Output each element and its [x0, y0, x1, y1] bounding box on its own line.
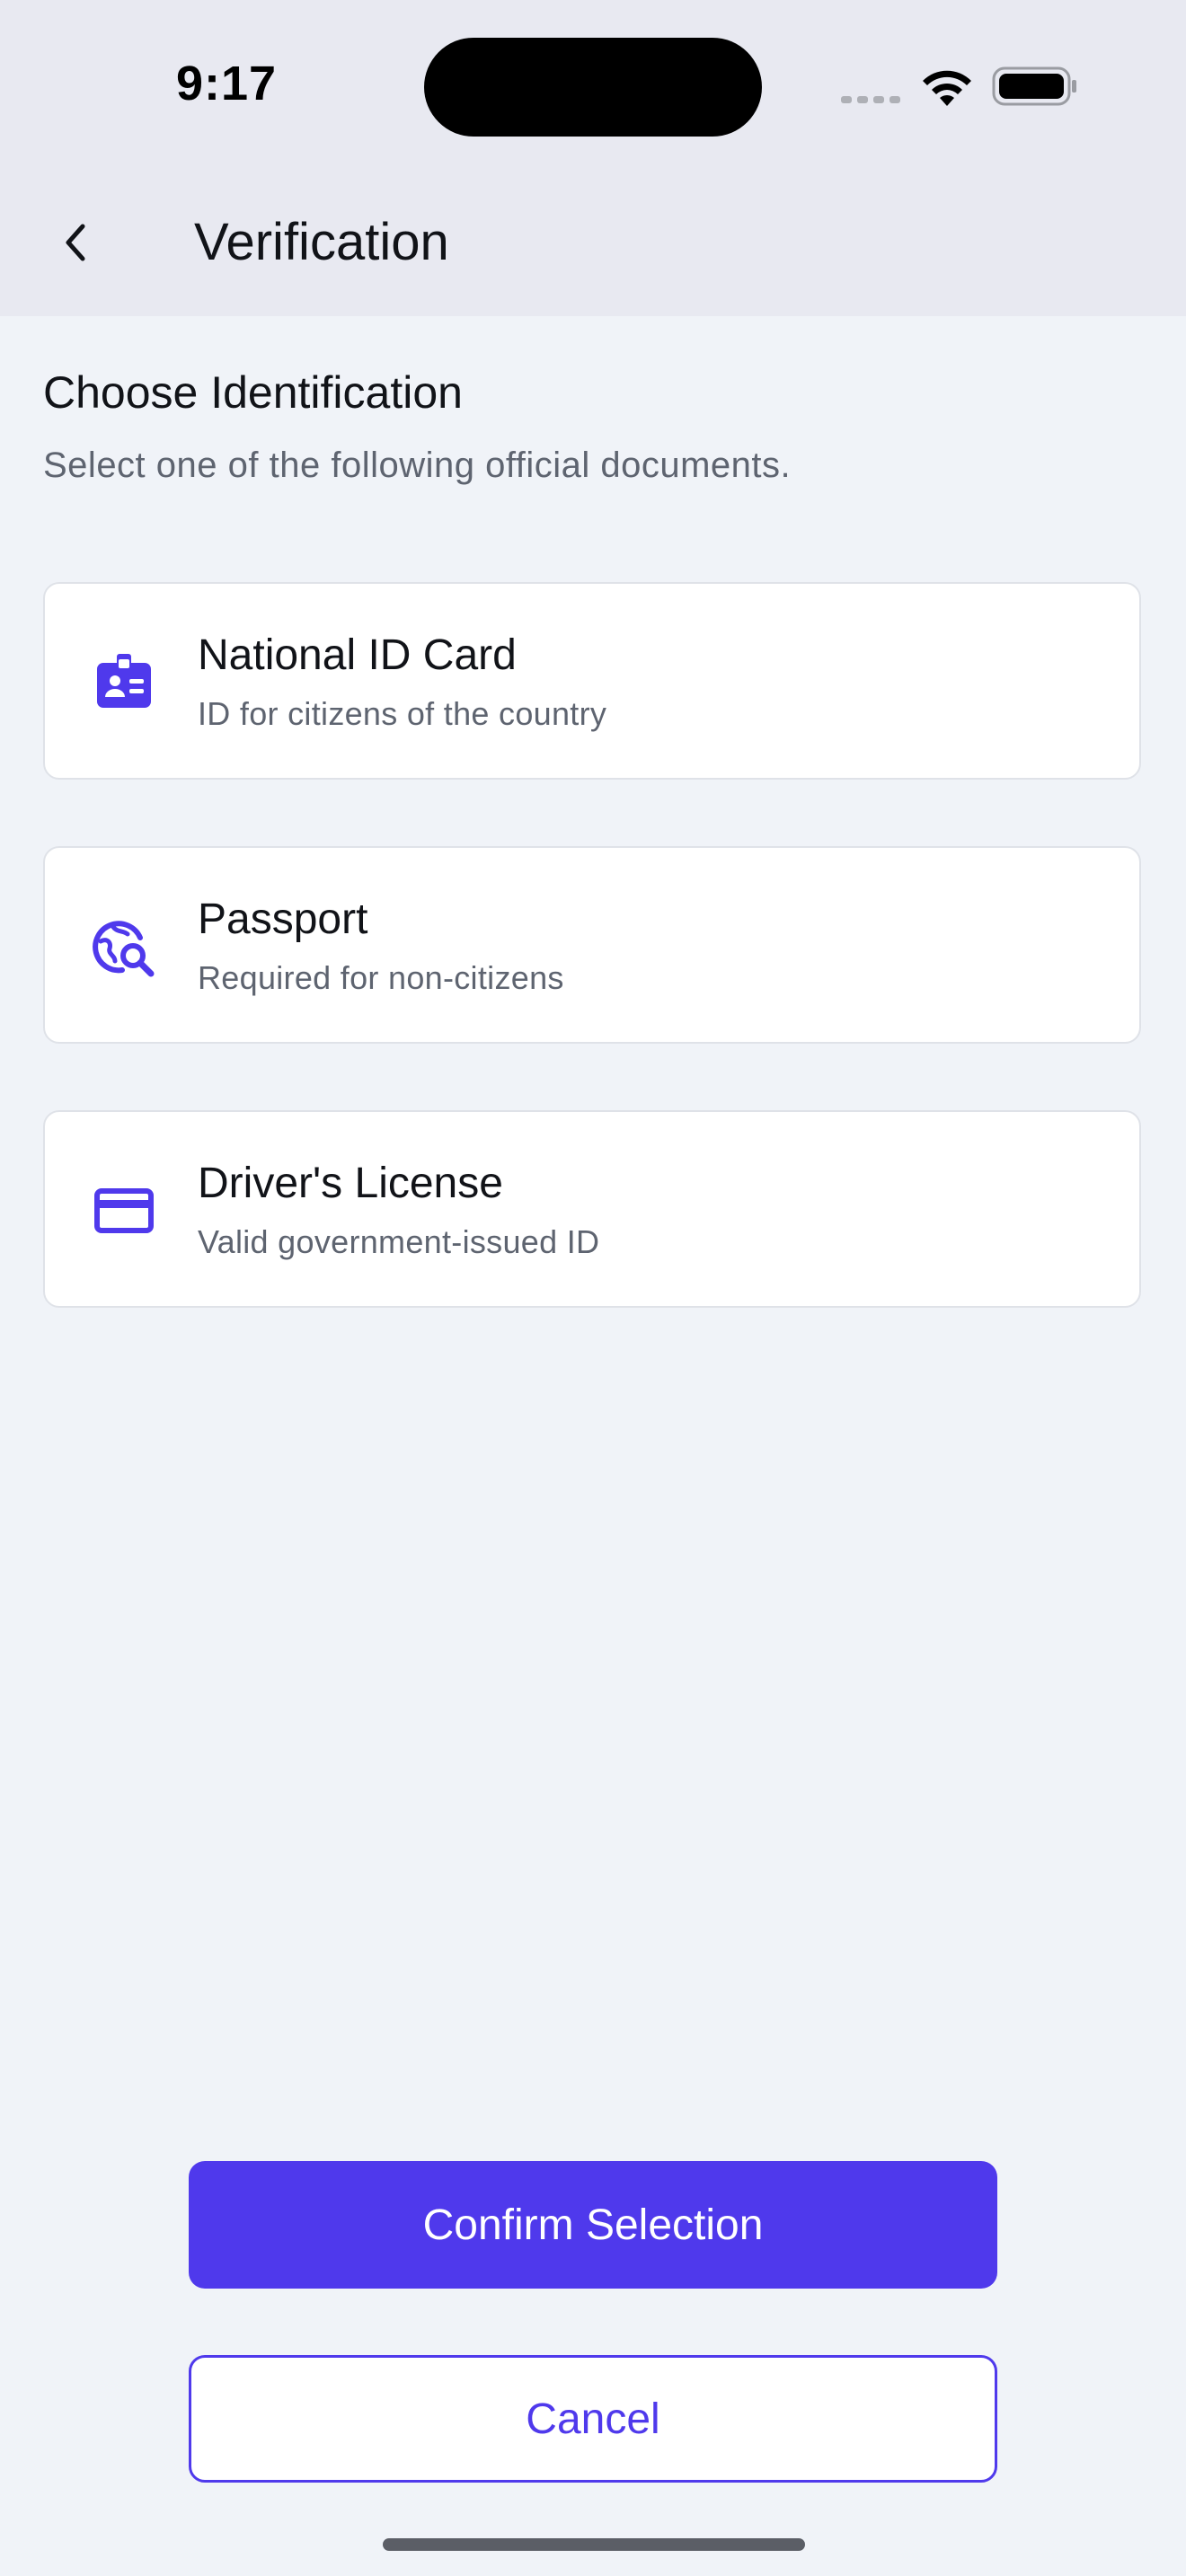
dynamic-island — [424, 38, 762, 137]
option-card-national-id[interactable]: National ID Card ID for citizens of the … — [43, 582, 1141, 780]
section-title: Choose Identification — [43, 367, 463, 418]
section-subtitle: Select one of the following official doc… — [43, 446, 792, 485]
back-button[interactable] — [50, 207, 101, 278]
cellular-signal-icon — [841, 96, 900, 103]
top-bar: 9:17 Verification — [0, 0, 1186, 316]
status-time: 9:17 — [176, 57, 278, 110]
home-indicator[interactable] — [383, 2538, 805, 2551]
option-card-passport[interactable]: Passport Required for non-citizens — [43, 846, 1141, 1044]
option-title: Driver's License — [198, 1160, 503, 1207]
credit-card-icon — [94, 1188, 154, 1233]
option-title: Passport — [198, 895, 368, 943]
cancel-button[interactable]: Cancel — [189, 2355, 997, 2483]
option-title: National ID Card — [198, 631, 517, 679]
option-card-drivers-license[interactable]: Driver's License Valid government-issued… — [43, 1110, 1141, 1308]
confirm-selection-button[interactable]: Confirm Selection — [189, 2161, 997, 2289]
option-description: Valid government-issued ID — [198, 1223, 600, 1260]
wifi-icon — [923, 70, 971, 106]
chevron-left-icon — [66, 224, 85, 261]
globe-search-icon — [93, 921, 155, 977]
page-title: Verification — [194, 213, 449, 271]
id-badge-icon — [97, 654, 151, 708]
option-description: Required for non-citizens — [198, 959, 564, 996]
option-description: ID for citizens of the country — [198, 695, 607, 732]
battery-icon — [992, 66, 1076, 106]
